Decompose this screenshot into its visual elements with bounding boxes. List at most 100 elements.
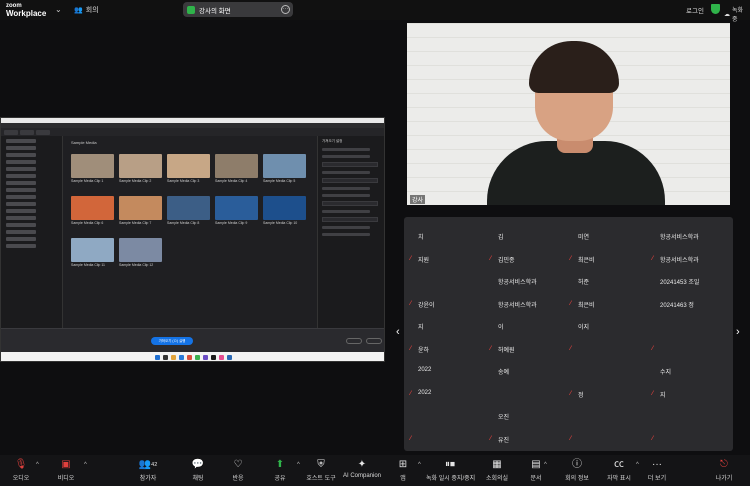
import-bottom-bar: 가져오기 (ㅁ) 실행: [1, 328, 384, 352]
participant-tile[interactable]: 이지: [568, 317, 650, 335]
participant-tile[interactable]: [568, 362, 650, 380]
more-button[interactable]: ··· 더 보기: [633, 458, 681, 482]
media-thumbnail: Sample Media Clip 1: [71, 154, 114, 188]
participant-tile[interactable]: ⁄ 정: [568, 385, 650, 403]
participant-tile[interactable]: 지: [408, 317, 490, 335]
participant-tile[interactable]: 이: [488, 317, 570, 335]
thumbnail-label: Sample Media Clip 10: [263, 221, 298, 225]
participant-name: 이: [498, 325, 504, 331]
apps-options-caret-icon[interactable]: ^: [418, 462, 421, 468]
mic-muted-icon: ⁄: [410, 300, 412, 307]
participant-tile[interactable]: [408, 272, 490, 290]
reactions-button[interactable]: ♡ 반응: [214, 458, 262, 482]
participant-tile[interactable]: [568, 407, 650, 425]
gallery-prev-arrow-icon[interactable]: ‹: [396, 326, 400, 338]
participant-tile[interactable]: 항공서비스학과: [488, 295, 570, 313]
participant-tile[interactable]: [650, 407, 732, 425]
participant-gallery[interactable]: 치 김 미연 항공서비스학과 ⁄ 지원 ⁄ 김민종 ⁄ 최은비 ⁄ 항공서비스학과 항공서비스학과 허준 2…: [404, 217, 733, 451]
participant-tile[interactable]: 2022: [408, 362, 490, 380]
participants-button[interactable]: 👥42 참가자: [124, 458, 172, 482]
leave-label: 나가기: [715, 476, 733, 482]
login-link[interactable]: 로그인: [686, 5, 704, 15]
participant-tile[interactable]: 항공서비스학과: [488, 272, 570, 290]
video-off-icon: ▣: [61, 459, 71, 470]
participant-tile[interactable]: 미연: [568, 227, 650, 245]
meeting-info-button[interactable]: ⓘ 회의 정보: [553, 458, 601, 482]
participant-tile[interactable]: 치: [408, 227, 490, 245]
thumbnail-label: Sample Media Clip 12: [119, 263, 154, 267]
participant-tile[interactable]: ⁄ 강윤이: [408, 295, 490, 313]
meeting-info-label: 회의 정보: [565, 476, 589, 482]
shared-screen[interactable]: Sample Media Sample Media Clip 1 Sample M…: [0, 117, 385, 362]
video-button[interactable]: ▣ 비디오: [42, 458, 90, 482]
participant-tile[interactable]: ⁄ 허예원: [488, 340, 570, 358]
thumbnail-label: Sample Media Clip 11: [71, 263, 105, 267]
participant-tile[interactable]: ⁄ 김민종: [488, 250, 570, 268]
more-options-icon[interactable]: ···: [281, 5, 290, 14]
participant-tile[interactable]: 허준: [568, 272, 650, 290]
more-label: 더 보기: [647, 476, 667, 482]
thumbnail-label: Sample Media Clip 4: [215, 179, 248, 183]
participant-name: 윤하: [418, 347, 430, 354]
media-thumbnail: Sample Media Clip 8: [167, 196, 210, 230]
participant-tile[interactable]: ⁄ 2022: [408, 385, 490, 403]
thumbnail-image: [215, 154, 258, 178]
participant-tile[interactable]: ⁄ 지원: [408, 250, 490, 268]
mic-muted-icon: ⁄: [652, 435, 654, 442]
screen-share-pill[interactable]: 강사의 화면 ···: [183, 2, 293, 17]
participant-tile[interactable]: ⁄: [650, 340, 732, 358]
docs-options-caret-icon[interactable]: ^: [544, 462, 547, 468]
participant-tile[interactable]: [488, 385, 570, 403]
recording-button[interactable]: ⏸⏹ 녹화 일시 중지/중지: [426, 458, 475, 482]
participant-tile[interactable]: ⁄: [408, 430, 490, 448]
mic-muted-icon: ⁄: [570, 435, 572, 442]
participants-label: 참가자: [139, 476, 157, 482]
participant-tile[interactable]: 오진: [488, 407, 570, 425]
thumbnail-grid: Sample Media Clip 1 Sample Media Clip 2 Sa…: [71, 154, 311, 272]
participant-tile[interactable]: ⁄ 항공서비스학과: [650, 250, 732, 268]
leave-button[interactable]: ⎋ 나가기: [700, 458, 748, 482]
participant-tile[interactable]: ⁄ 지: [650, 385, 732, 403]
participant-name: 항공서비스학과: [660, 257, 699, 264]
participant-tile[interactable]: ⁄: [568, 340, 650, 358]
audio-options-caret-icon[interactable]: ^: [36, 462, 39, 468]
participant-tile[interactable]: ⁄ 유진: [488, 430, 570, 448]
participant-name: 20241453 조일: [660, 280, 700, 286]
presenter-video[interactable]: 강사: [407, 23, 730, 205]
participant-tile[interactable]: 항공서비스학과: [650, 227, 732, 245]
participant-tile[interactable]: 김: [488, 227, 570, 245]
chevron-down-icon[interactable]: ⌄: [55, 5, 62, 14]
participant-tile[interactable]: 송예: [488, 362, 570, 380]
meeting-menu[interactable]: 👥 회의: [74, 5, 99, 15]
participants-count: 42: [151, 462, 158, 468]
participant-tile[interactable]: 20241453 조일: [650, 272, 732, 290]
participant-tile[interactable]: ⁄ 최은비: [568, 295, 650, 313]
video-options-caret-icon[interactable]: ^: [84, 462, 87, 468]
thumbnail-image: [167, 196, 210, 220]
mic-muted-icon: ⁄: [570, 255, 572, 262]
thumbnail-image: [119, 196, 162, 220]
participant-tile[interactable]: ⁄ 최은비: [568, 250, 650, 268]
recording-label: 녹화 중: [732, 8, 744, 23]
mic-muted-icon: ⁄: [652, 345, 654, 352]
participant-tile[interactable]: [408, 407, 490, 425]
recording-indicator[interactable]: ☁ 녹화 중: [724, 5, 750, 23]
participant-name: 항공서비스학과: [498, 280, 537, 286]
mic-muted-icon: ⁄: [570, 300, 572, 307]
participant-name: 최은비: [578, 302, 595, 309]
participant-name: 항공서비스학과: [660, 235, 699, 241]
thumbnail-label: Sample Media Clip 9: [215, 221, 248, 225]
shield-icon[interactable]: [711, 4, 720, 14]
participant-tile[interactable]: 수지: [650, 362, 732, 380]
participant-tile[interactable]: [650, 317, 732, 335]
participant-tile[interactable]: ⁄: [568, 430, 650, 448]
participant-name: 이지: [578, 325, 590, 331]
mic-muted-icon: ⁄: [652, 255, 654, 262]
participant-tile[interactable]: ⁄ 윤하: [408, 340, 490, 358]
share-pill-label: 강사의 화면: [199, 7, 231, 15]
participant-tile[interactable]: 20241463 정: [650, 295, 732, 313]
gallery-next-arrow-icon[interactable]: ›: [736, 326, 740, 338]
participants-icon: 👥42: [138, 459, 158, 470]
participant-name: 유진: [498, 437, 510, 444]
participant-tile[interactable]: ⁄: [650, 430, 732, 448]
